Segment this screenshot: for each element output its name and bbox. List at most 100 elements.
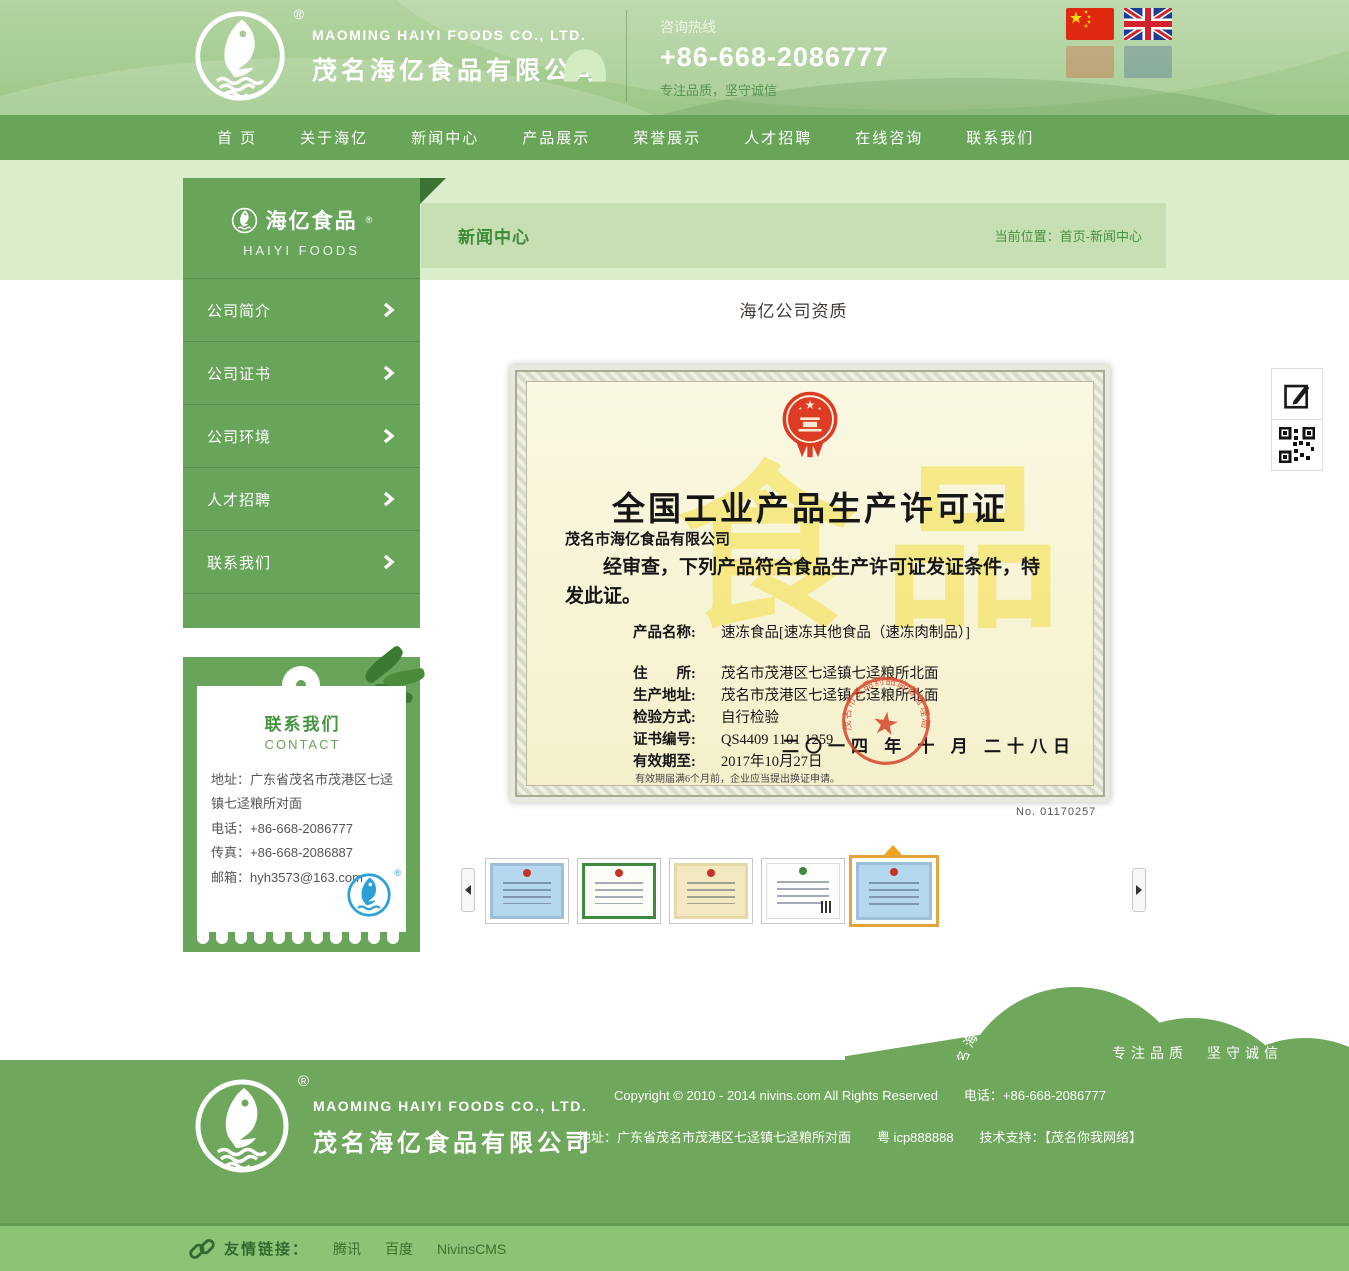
nav-item-contact[interactable]: 联系我们 — [966, 127, 1034, 148]
china-flag-icon[interactable] — [1066, 8, 1114, 78]
emblem-dot-icon — [890, 868, 898, 876]
certificate-title: 全国工业产品生产许可证 — [527, 482, 1093, 530]
contact-title-cn: 联系我们 — [211, 710, 394, 735]
chevron-right-icon — [382, 555, 396, 569]
friend-link-baidu[interactable]: 百度 — [385, 1239, 413, 1259]
certificate-image: 食品 — [510, 365, 1110, 802]
sidebar-corner-fold — [420, 178, 446, 204]
breadcrumb-bar: 新闻中心 当前位置：首页-新闻中心 — [421, 203, 1166, 268]
emblem-dot-icon — [799, 867, 807, 875]
field-label: 证书编号: — [633, 729, 721, 751]
chevron-right-icon — [382, 429, 396, 443]
official-seal-icon: 茂名市食品药品监督管理局 — [833, 668, 939, 774]
phone-icon — [560, 44, 610, 86]
sidebar-brand: 海亿食品 ® HAIYI FOODS — [183, 178, 420, 278]
contact-phone: 电话：+86-668-2086777 — [211, 817, 394, 841]
sidebar-item-label: 公司环境 — [207, 426, 271, 447]
main-nav: 首 页 关于海亿 新闻中心 产品展示 荣誉展示 人才招聘 在线咨询 联系我们 — [0, 115, 1349, 160]
sidebar-item-certificates[interactable]: 公司证书 — [183, 341, 420, 404]
registered-mark: ® — [366, 215, 373, 225]
field-label: 产品名称: — [633, 622, 721, 644]
sidebar-item-environment[interactable]: 公司环境 — [183, 404, 420, 467]
nav-item-products[interactable]: 产品展示 — [522, 127, 590, 148]
chain-link-icon — [188, 1235, 216, 1263]
nav-item-honors[interactable]: 荣誉展示 — [633, 127, 701, 148]
friend-link-nivinscms[interactable]: NivinsCMS — [437, 1241, 506, 1257]
fish-logo-icon — [231, 207, 258, 234]
certificate-statement: 经审查，下列产品符合食品生产许可证发证条件，特发此证。 — [565, 554, 1040, 611]
registered-mark: ® — [298, 1073, 309, 1090]
company-name: MAOMING HAIYI FOODS CO., LTD. 茂名海亿食品有限公司 — [312, 27, 602, 87]
language-flags — [1066, 8, 1172, 78]
emblem-dot-icon — [615, 869, 623, 877]
hotline-block: 咨询热线 +86-668-2086777 专注品质，坚守诚信 — [660, 17, 889, 99]
footer-info-line: 地址：广东省茂名市茂港区七迳镇七迳粮所对面 粤 icp888888 技术支持：【… — [560, 1127, 1160, 1146]
chevron-right-icon — [382, 366, 396, 380]
nav-item-home[interactable]: 首 页 — [217, 127, 257, 148]
edit-icon — [1282, 379, 1312, 409]
edit-button[interactable] — [1271, 368, 1323, 420]
sidebar-brand-cn: 海亿食品 — [266, 205, 358, 235]
copyright-line: Copyright © 2010 - 2014 nivins.com All R… — [560, 1085, 1160, 1104]
field-value: 速冻食品[速冻其他食品（速冻肉制品）] — [721, 622, 970, 644]
mini-qr-icon — [821, 901, 833, 913]
sidebar-item-label: 联系我们 — [207, 552, 271, 573]
right-arrow-icon — [1136, 885, 1142, 895]
carousel-prev-button[interactable] — [461, 868, 475, 912]
thumbnail-text-lines — [869, 882, 919, 905]
footer-legal: Copyright © 2010 - 2014 nivins.com All R… — [560, 1085, 1160, 1146]
sidebar-item-label: 公司简介 — [207, 300, 271, 321]
contact-address: 地址：广东省茂名市茂港区七迳镇七迳粮所对面 — [211, 768, 394, 817]
certificate-thumbnail-2[interactable] — [577, 858, 661, 924]
certificate-thumbnail-5[interactable] — [849, 855, 939, 927]
sidebar-item-jobs[interactable]: 人才招聘 — [183, 467, 420, 530]
section-title: 新闻中心 — [458, 223, 530, 248]
friend-link-tencent[interactable]: 腾讯 — [333, 1239, 361, 1259]
nav-item-about[interactable]: 关于海亿 — [300, 127, 368, 148]
fish-logo-icon — [192, 8, 288, 104]
certificate-note: 有效期届满6个月前，企业应当提出换证申请。 — [635, 770, 840, 785]
certificate-company: 茂名市海亿食品有限公司 — [565, 528, 730, 549]
fish-logo-icon: ® — [192, 1076, 292, 1176]
uk-flag-icon[interactable] — [1124, 8, 1172, 78]
nav-item-news[interactable]: 新闻中心 — [411, 127, 479, 148]
certificate-thumbnail-4[interactable] — [761, 858, 845, 924]
hotline-number: +86-668-2086777 — [660, 42, 889, 73]
national-emblem-icon — [779, 390, 841, 471]
field-value: 自行检验 — [721, 707, 779, 729]
certificate-thumbnail-1[interactable] — [485, 858, 569, 924]
certificate-thumbnail-3[interactable] — [669, 858, 753, 924]
sidebar-brand-en: HAIYI FOODS — [183, 243, 420, 258]
footer: ® MAOMING HAIYI FOODS CO., LTD. 茂名海亿食品有限… — [0, 1060, 1349, 1223]
company-name-en: MAOMING HAIYI FOODS CO., LTD. — [312, 27, 602, 43]
chevron-right-icon — [382, 492, 396, 506]
qr-code-button[interactable] — [1271, 419, 1323, 471]
sidebar-footer-block — [183, 593, 420, 628]
contact-card-body: 联系我们 CONTACT 地址：广东省茂名市茂港区七迳镇七迳粮所对面 电话：+8… — [197, 686, 406, 932]
sidebar-item-label: 人才招聘 — [207, 489, 271, 510]
nav-item-consult[interactable]: 在线咨询 — [855, 127, 923, 148]
friend-links-bar: 友情链接： 腾讯 百度 NivinsCMS — [0, 1223, 1349, 1271]
fish-logo-icon: ® — [346, 872, 392, 918]
contact-card: 联系我们 CONTACT 地址：广东省茂名市茂港区七迳镇七迳粮所对面 电话：+8… — [183, 657, 420, 952]
sidebar-item-contact[interactable]: 联系我们 — [183, 530, 420, 593]
nav-item-jobs[interactable]: 人才招聘 — [744, 127, 812, 148]
sidebar: 海亿食品 ® HAIYI FOODS 公司简介 公司证书 公司环境 人才招聘 联… — [183, 178, 420, 628]
left-arrow-icon — [465, 885, 471, 895]
footer-company-en: MAOMING HAIYI FOODS CO., LTD. — [313, 1098, 593, 1114]
thumbnail-text-lines — [503, 882, 552, 904]
carousel-next-button[interactable] — [1132, 868, 1146, 912]
header: ® MAOMING HAIYI FOODS CO., LTD. 茂名海亿食品有限… — [0, 0, 1349, 115]
thumbnail-text-lines — [595, 882, 644, 904]
svg-text:茂名市食品药品监督管理局: 茂名市食品药品监督管理局 — [838, 669, 937, 744]
friend-links-label: 友情链接： — [224, 1238, 309, 1259]
selected-thumbnail-pointer — [884, 845, 902, 855]
breadcrumb[interactable]: 当前位置：首页-新闻中心 — [995, 226, 1142, 245]
contact-fax: 传真：+86-668-2086887 — [211, 841, 394, 865]
company-logo[interactable]: ® — [192, 8, 288, 104]
floating-tools — [1271, 368, 1323, 470]
footer-company-name: MAOMING HAIYI FOODS CO., LTD. 茂名海亿食品有限公司 — [313, 1098, 593, 1158]
registered-mark: ® — [394, 868, 401, 878]
sidebar-item-company-profile[interactable]: 公司简介 — [183, 278, 420, 341]
hotline-label: 咨询热线 — [660, 17, 889, 37]
